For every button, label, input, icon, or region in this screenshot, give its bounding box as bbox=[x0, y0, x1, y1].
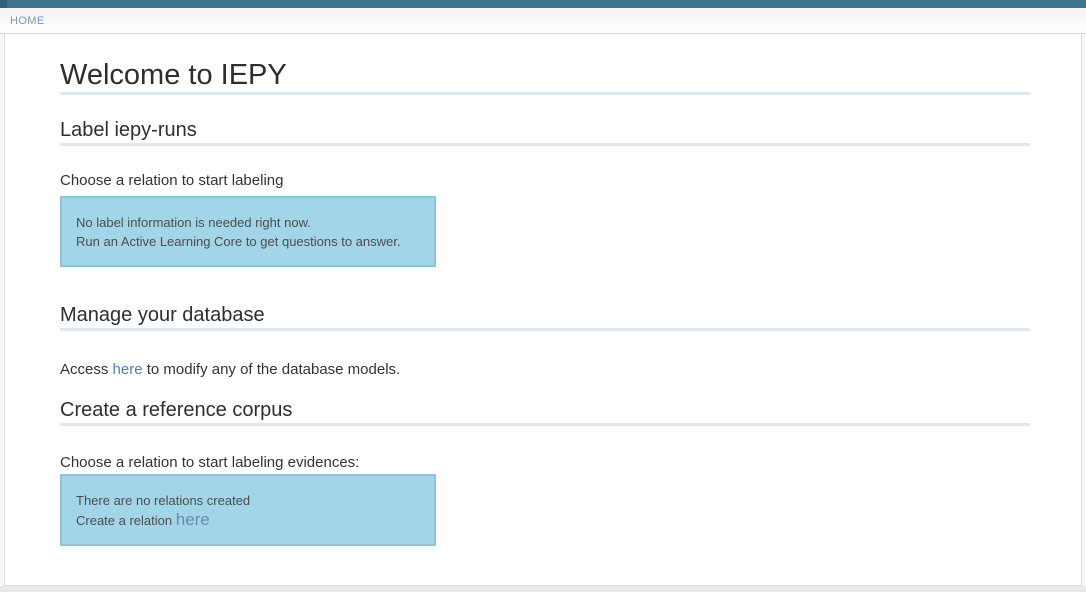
create-relation-here-link[interactable]: here bbox=[176, 510, 210, 529]
section-heading-label-runs: Label iepy-runs bbox=[60, 119, 1030, 146]
reference-corpus-intro: Choose a relation to start labeling evid… bbox=[60, 454, 1030, 471]
breadcrumb: HOME bbox=[0, 8, 1086, 34]
page-title: Welcome to IEPY bbox=[60, 60, 1030, 95]
section-heading-reference-corpus: Create a reference corpus bbox=[60, 399, 1030, 426]
info-box-line: Run an Active Learning Core to get quest… bbox=[76, 234, 420, 249]
info-box-line: No label information is needed right now… bbox=[76, 215, 420, 230]
reference-corpus-info-box: There are no relations created Create a … bbox=[60, 474, 436, 546]
label-runs-intro: Choose a relation to start labeling bbox=[60, 172, 1030, 189]
section-heading-manage-database: Manage your database bbox=[60, 304, 1030, 331]
page-footer-strip bbox=[0, 586, 1086, 592]
content-card: Welcome to IEPY Label iepy-runs Choose a… bbox=[4, 34, 1082, 586]
manage-database-here-link[interactable]: here bbox=[113, 361, 143, 378]
info-box-line: There are no relations created bbox=[76, 493, 420, 508]
label-runs-info-box: No label information is needed right now… bbox=[60, 196, 436, 267]
create-relation-text: Create a relation bbox=[76, 513, 176, 528]
manage-database-text: Access here to modify any of the databas… bbox=[60, 361, 1030, 378]
info-box-line: Create a relation here bbox=[76, 512, 420, 528]
breadcrumb-home-link[interactable]: HOME bbox=[10, 15, 45, 27]
top-bar bbox=[0, 0, 1086, 8]
top-bar-accent bbox=[0, 0, 7, 8]
access-text-prefix: Access bbox=[60, 361, 113, 378]
access-text-suffix: to modify any of the database models. bbox=[143, 361, 401, 378]
